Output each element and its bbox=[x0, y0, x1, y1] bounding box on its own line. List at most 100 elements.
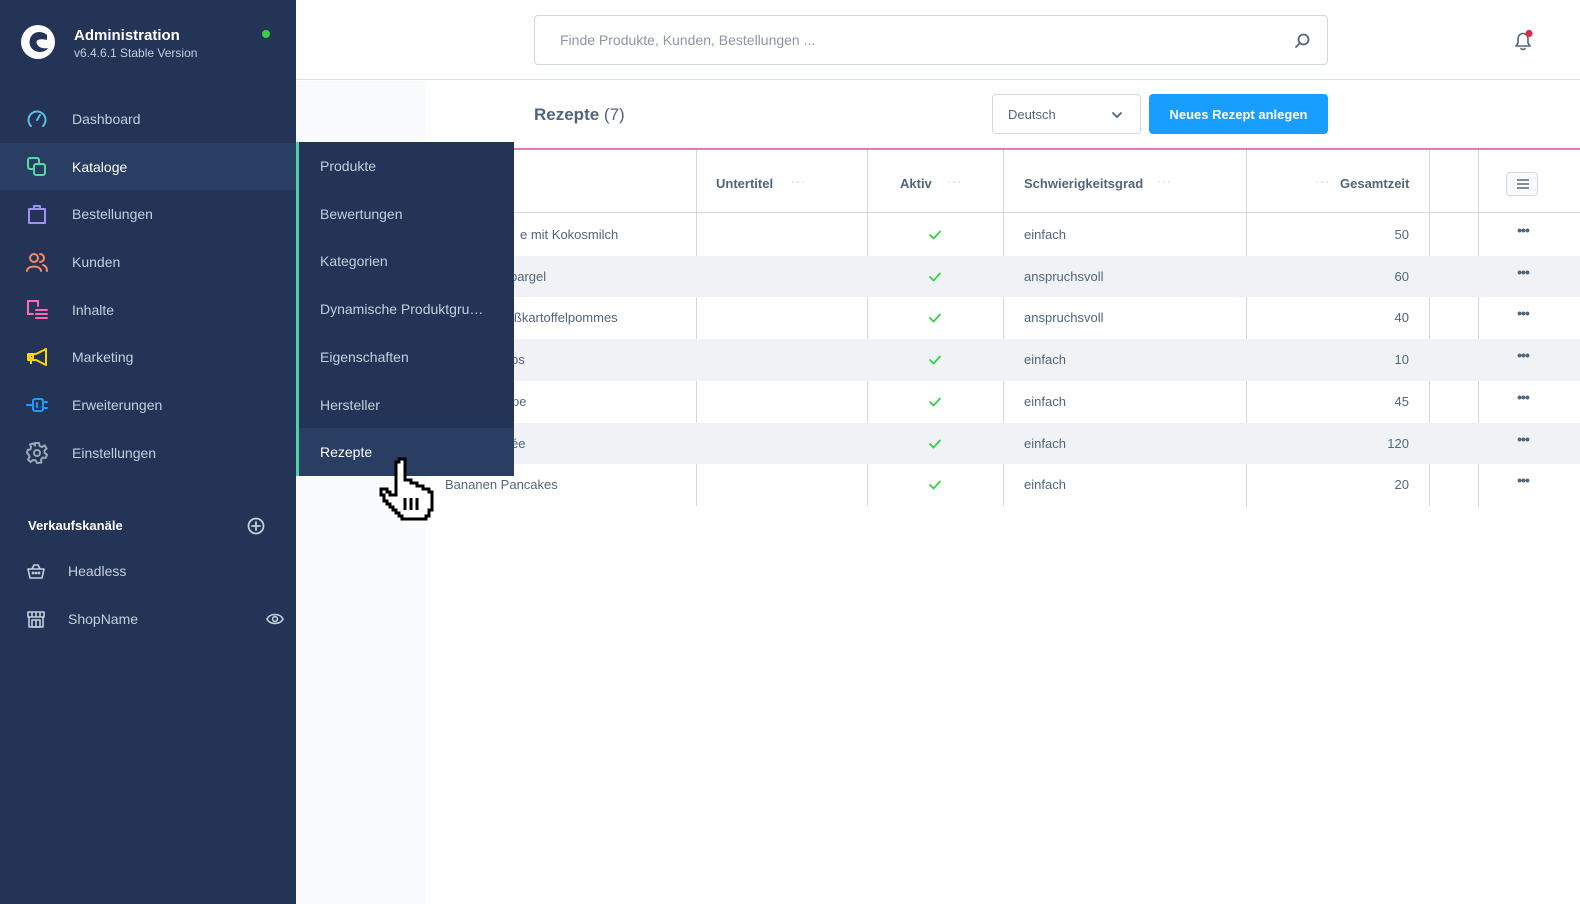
global-search bbox=[534, 15, 1328, 65]
checkmark-icon bbox=[929, 272, 941, 282]
main-navigation: Dashboard Kataloge Bestellungen Kunden I… bbox=[0, 95, 296, 477]
sidebar-item-marketing[interactable]: Marketing bbox=[0, 333, 296, 381]
cell-total-time: 10 bbox=[1394, 352, 1409, 368]
column-menu-icon[interactable]: ··· bbox=[1157, 174, 1172, 188]
sales-channel-label: ShopName bbox=[68, 611, 139, 627]
cell-difficulty: einfach bbox=[1024, 352, 1066, 368]
cell-difficulty: einfach bbox=[1024, 393, 1066, 409]
row-actions-button[interactable]: ••• bbox=[1513, 305, 1533, 329]
sidebar: Administration v6.4.6.1 Stable Version D… bbox=[0, 0, 296, 904]
sidebar-item-einstellungen[interactable]: Einstellungen bbox=[0, 429, 296, 477]
sidebar-item-label: Kunden bbox=[72, 253, 121, 270]
row-actions-button[interactable]: ••• bbox=[1513, 264, 1533, 288]
sidebar-item-bestellungen[interactable]: Bestellungen bbox=[0, 190, 296, 238]
cell-difficulty: einfach bbox=[1024, 477, 1066, 493]
table-row[interactable]: Bananen Pancakes einfach 20 ••• bbox=[425, 464, 1580, 506]
checkmark-icon bbox=[929, 397, 941, 407]
flyout-item-produkte[interactable]: Produkte bbox=[299, 142, 514, 190]
sales-channels-title: Verkaufskanäle bbox=[28, 518, 123, 533]
app: Administration v6.4.6.1 Stable Version D… bbox=[0, 0, 1580, 904]
sales-channel-headless[interactable]: Headless bbox=[0, 551, 296, 591]
flyout-item-label: Dynamische Produktgru… bbox=[320, 301, 484, 318]
flyout-item-label: Produkte bbox=[320, 158, 377, 174]
column-header-gesamtzeit[interactable]: Gesamtzeit bbox=[1340, 176, 1409, 191]
column-menu-icon[interactable]: ··· bbox=[791, 174, 806, 188]
cell-name[interactable]: pargel bbox=[510, 269, 546, 284]
row-actions-button[interactable]: ••• bbox=[1513, 222, 1533, 246]
sidebar-item-label: Erweiterungen bbox=[72, 396, 163, 413]
sidebar-item-label: Dashboard bbox=[72, 110, 141, 127]
sidebar-item-kataloge[interactable]: Kataloge bbox=[0, 142, 296, 191]
flyout-item-dynamische-produktgruppen[interactable]: Dynamische Produktgru… bbox=[299, 285, 514, 333]
column-settings-button[interactable] bbox=[1506, 172, 1538, 196]
language-select[interactable]: Deutsch bbox=[992, 94, 1141, 134]
flyout-item-label: Rezepte bbox=[320, 444, 373, 461]
content-icon bbox=[26, 299, 48, 321]
page-title: Rezepte (7) bbox=[534, 105, 625, 125]
checkmark-icon bbox=[929, 480, 941, 490]
add-sales-channel-icon[interactable] bbox=[247, 517, 265, 535]
shopware-logo-icon[interactable] bbox=[20, 24, 56, 60]
row-actions-button[interactable]: ••• bbox=[1513, 431, 1533, 455]
flyout-item-bewertungen[interactable]: Bewertungen bbox=[299, 190, 514, 238]
language-select-value: Deutsch bbox=[1008, 107, 1056, 122]
column-header-schwierigkeitsgrad[interactable]: Schwierigkeitsgrad bbox=[1024, 176, 1143, 191]
checkmark-icon bbox=[929, 355, 941, 365]
brand-title: Administration bbox=[74, 27, 180, 44]
sidebar-item-label: Einstellungen bbox=[72, 444, 157, 461]
create-recipe-button[interactable]: Neues Rezept anlegen bbox=[1149, 94, 1328, 134]
flyout-item-eigenschaften[interactable]: Eigenschaften bbox=[299, 333, 514, 381]
cell-name[interactable]: e mit Kokosmilch bbox=[520, 227, 618, 242]
users-icon bbox=[26, 251, 48, 273]
sales-channel-label: Headless bbox=[68, 563, 127, 579]
cell-total-time: 60 bbox=[1394, 268, 1409, 284]
cell-total-time: 45 bbox=[1394, 393, 1409, 409]
flyout-item-kategorien[interactable]: Kategorien bbox=[299, 237, 514, 285]
sales-channel-shopname[interactable]: ShopName bbox=[0, 599, 296, 639]
cell-total-time: 40 bbox=[1394, 310, 1409, 326]
column-header-untertitel[interactable]: Untertitel bbox=[716, 176, 773, 191]
table-row[interactable]: os einfach 10 ••• bbox=[425, 339, 1580, 381]
notification-bell-icon[interactable] bbox=[1511, 29, 1535, 53]
row-actions-button[interactable]: ••• bbox=[1513, 472, 1533, 496]
top-bar bbox=[296, 0, 1580, 80]
flyout-item-rezepte[interactable]: Rezepte bbox=[299, 428, 514, 476]
eye-icon[interactable] bbox=[266, 611, 284, 627]
flyout-item-hersteller[interactable]: Hersteller bbox=[299, 381, 514, 429]
sidebar-item-inhalte[interactable]: Inhalte bbox=[0, 286, 296, 334]
cell-difficulty: anspruchsvoll bbox=[1024, 268, 1104, 284]
cell-name[interactable]: ißkartoffelpommes bbox=[511, 310, 618, 325]
cell-name[interactable]: Bananen Pancakes bbox=[445, 477, 558, 492]
table-row[interactable]: pargel anspruchsvoll 60 ••• bbox=[425, 255, 1580, 298]
sidebar-item-erweiterungen[interactable]: Erweiterungen bbox=[0, 381, 296, 429]
cell-name[interactable]: pe bbox=[512, 394, 526, 409]
row-actions-button[interactable]: ••• bbox=[1513, 389, 1533, 413]
cell-difficulty: anspruchsvoll bbox=[1024, 310, 1104, 326]
search-input[interactable] bbox=[535, 16, 1275, 64]
flyout-item-label: Bewertungen bbox=[320, 205, 403, 222]
flyout-item-label: Kategorien bbox=[320, 253, 388, 270]
search-icon[interactable] bbox=[1293, 32, 1311, 50]
sidebar-item-kunden[interactable]: Kunden bbox=[0, 238, 296, 286]
catalog-flyout-menu: Produkte Bewertungen Kategorien Dynamisc… bbox=[296, 142, 514, 476]
page-title-text: Rezepte bbox=[534, 105, 600, 124]
row-actions-button[interactable]: ••• bbox=[1513, 347, 1533, 371]
storefront-icon bbox=[27, 611, 45, 628]
table-row[interactable]: pe einfach 45 ••• bbox=[425, 381, 1580, 423]
catalog-icon bbox=[26, 156, 48, 178]
table-row[interactable]: ée einfach 120 ••• bbox=[425, 422, 1580, 465]
table-row[interactable]: ißkartoffelpommes anspruchsvoll 40 ••• bbox=[425, 297, 1580, 339]
cell-total-time: 50 bbox=[1394, 227, 1409, 242]
shopping-bag-icon bbox=[26, 203, 48, 225]
table-row[interactable]: e mit Kokosmilch einfach 50 ••• bbox=[425, 214, 1580, 256]
column-menu-icon[interactable]: ··· bbox=[1315, 174, 1330, 188]
column-header-aktiv[interactable]: Aktiv bbox=[900, 176, 932, 191]
chevron-down-icon bbox=[1112, 112, 1122, 118]
column-menu-icon[interactable]: ··· bbox=[947, 174, 962, 188]
list-settings-icon bbox=[1517, 179, 1529, 189]
plug-icon bbox=[26, 394, 48, 416]
gear-icon bbox=[26, 441, 48, 464]
sidebar-item-dashboard[interactable]: Dashboard bbox=[0, 95, 296, 143]
flyout-item-label: Eigenschaften bbox=[320, 348, 409, 365]
checkmark-icon bbox=[929, 313, 941, 323]
